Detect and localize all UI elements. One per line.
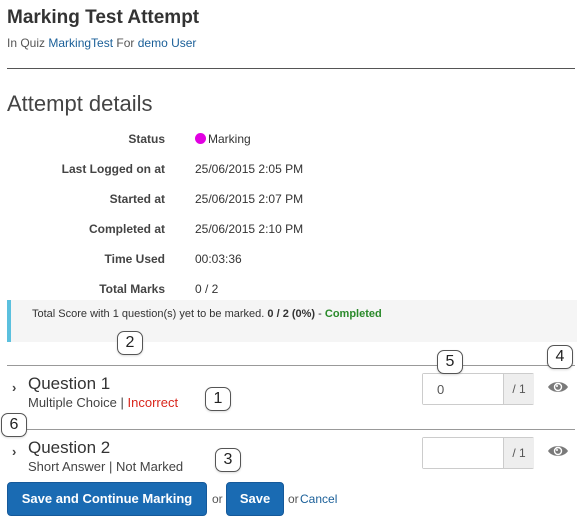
callout-badge: 5 [437, 350, 463, 374]
total-score-alert: Total Score with 1 question(s) yet to be… [7, 300, 577, 342]
mark-input-group: / 1 [422, 373, 534, 405]
question-divider [7, 365, 575, 366]
question-meta-separator: | [108, 459, 113, 474]
detail-value: 25/06/2015 2:10 PM [195, 222, 304, 236]
question-meta: Multiple Choice | Incorrect [28, 395, 178, 410]
status-value: Marking [208, 132, 251, 146]
question-type: Multiple Choice [28, 395, 117, 410]
detail-value: 00:03:36 [195, 252, 242, 266]
detail-row-total-marks: Total Marks 0 / 2 [0, 282, 577, 300]
question-title[interactable]: Question 2 [28, 438, 110, 458]
question-meta: Short Answer | Not Marked [28, 459, 183, 474]
question-meta-separator: | [120, 395, 124, 410]
question-title[interactable]: Question 1 [28, 374, 110, 394]
quiz-link[interactable]: MarkingTest [48, 36, 113, 50]
eye-icon[interactable] [547, 443, 569, 459]
eye-icon[interactable] [547, 379, 569, 395]
score-state: Completed [324, 308, 382, 320]
detail-label: Time Used [104, 252, 165, 266]
detail-value: 25/06/2015 2:05 PM [195, 162, 304, 176]
mark-input[interactable] [423, 438, 503, 468]
score-separator: - [318, 308, 322, 320]
callout-badge: 4 [547, 345, 573, 369]
section-title: Attempt details [7, 91, 153, 116]
in-quiz-prefix: In Quiz [7, 36, 46, 50]
question-divider [7, 429, 575, 430]
detail-label: Completed at [88, 222, 165, 236]
quiz-subline: In Quiz MarkingTest For demo User [7, 36, 196, 50]
detail-row-status: Status Marking [0, 132, 577, 150]
callout-badge: 6 [1, 413, 27, 437]
save-button[interactable]: Save [226, 482, 284, 516]
mark-input-group: / 1 [422, 437, 534, 469]
score-value: 0 / 2 (0%) [267, 308, 316, 320]
mark-max: / 1 [503, 374, 534, 404]
cancel-link[interactable]: Cancel [300, 492, 337, 506]
score-prefix: Total Score with 1 question(s) yet to be… [32, 308, 265, 320]
mark-input[interactable] [423, 374, 503, 404]
chevron-right-icon[interactable]: › [12, 380, 16, 395]
or-text: or [288, 492, 299, 506]
callout-badge: 2 [117, 331, 143, 355]
detail-label: Last Logged on at [61, 162, 165, 176]
mark-max: / 1 [503, 438, 534, 468]
callout-badge: 1 [205, 387, 231, 411]
detail-value: 25/06/2015 2:07 PM [195, 192, 304, 206]
detail-label: Total Marks [99, 282, 165, 296]
for-word: For [116, 36, 135, 50]
status-dot-icon [195, 133, 206, 144]
detail-value: 0 / 2 [195, 282, 219, 296]
page-title: Marking Test Attempt [7, 7, 200, 28]
detail-row-last-logged: Last Logged on at 25/06/2015 2:05 PM [0, 162, 577, 180]
detail-row-time-used: Time Used 00:03:36 [0, 252, 577, 270]
detail-value: Marking [195, 132, 251, 146]
detail-label: Status [128, 132, 165, 146]
question-type: Short Answer [28, 459, 106, 474]
detail-row-started: Started at 25/06/2015 2:07 PM [0, 192, 577, 210]
header-divider [7, 68, 575, 69]
save-and-continue-button[interactable]: Save and Continue Marking [7, 482, 207, 516]
chevron-right-icon[interactable]: › [12, 444, 16, 459]
question-result: Incorrect [127, 395, 179, 410]
callout-badge: 3 [215, 448, 241, 472]
user-link[interactable]: demo User [138, 36, 197, 50]
detail-row-completed: Completed at 25/06/2015 2:10 PM [0, 222, 577, 240]
or-text: or [212, 492, 223, 506]
question-result: Not Marked [115, 459, 184, 474]
detail-label: Started at [109, 192, 165, 206]
total-score-text: Total Score with 1 question(s) yet to be… [32, 308, 382, 320]
